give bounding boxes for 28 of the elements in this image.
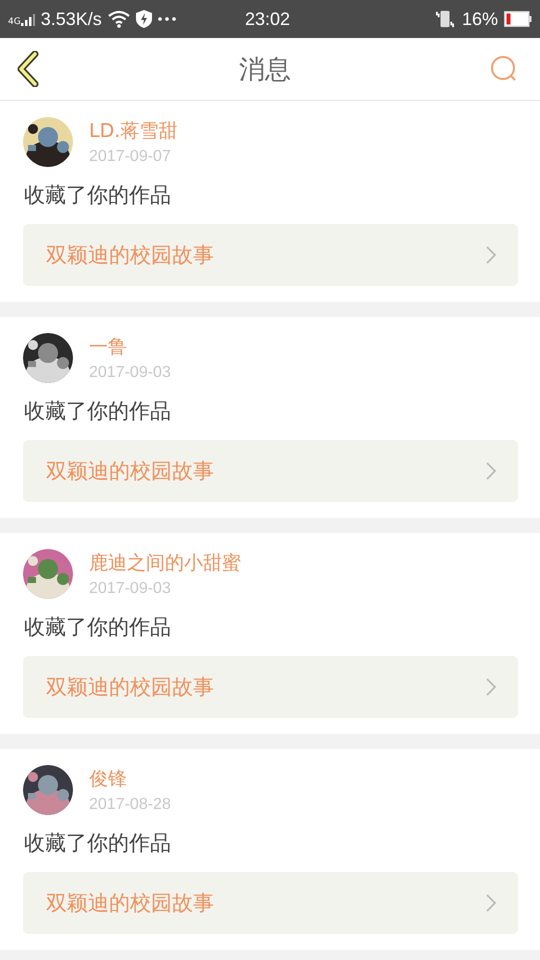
back-icon[interactable] [16, 51, 40, 87]
clock: 23:02 [245, 9, 290, 30]
user-name[interactable]: 俊锋 [89, 766, 171, 792]
message-text: 收藏了你的作品 [24, 614, 172, 641]
user-name[interactable]: LD.蒋雪甜 [89, 118, 178, 144]
work-link[interactable]: 双颖迪的校园故事 [23, 656, 518, 718]
chevron-icon [486, 678, 496, 696]
more-icon [158, 17, 176, 21]
chevron-icon [486, 894, 496, 912]
vibrate-icon [434, 10, 456, 28]
work-link[interactable]: 双颖迪的校园故事 [23, 224, 518, 286]
work-link[interactable]: 双颖迪的校园故事 [23, 440, 518, 502]
chevron-icon [486, 246, 496, 264]
battery-percent: 16% [462, 8, 498, 30]
battery-icon [504, 11, 532, 27]
message-text: 收藏了你的作品 [24, 830, 172, 857]
user-name[interactable]: 一鲁 [89, 334, 171, 360]
signal-icon [20, 12, 35, 26]
user-name[interactable]: 鹿迪之间的小甜蜜 [89, 550, 241, 576]
message-text: 收藏了你的作品 [24, 398, 172, 425]
chevron-icon [486, 462, 496, 480]
network-type: 4G [8, 16, 21, 26]
work-link[interactable]: 双颖迪的校园故事 [23, 872, 518, 934]
network-speed: 3.53K/s [40, 8, 102, 30]
message-text: 收藏了你的作品 [24, 182, 172, 209]
shield-icon [136, 10, 152, 28]
wifi-icon [108, 10, 130, 28]
page-title: 消息 [239, 54, 291, 86]
